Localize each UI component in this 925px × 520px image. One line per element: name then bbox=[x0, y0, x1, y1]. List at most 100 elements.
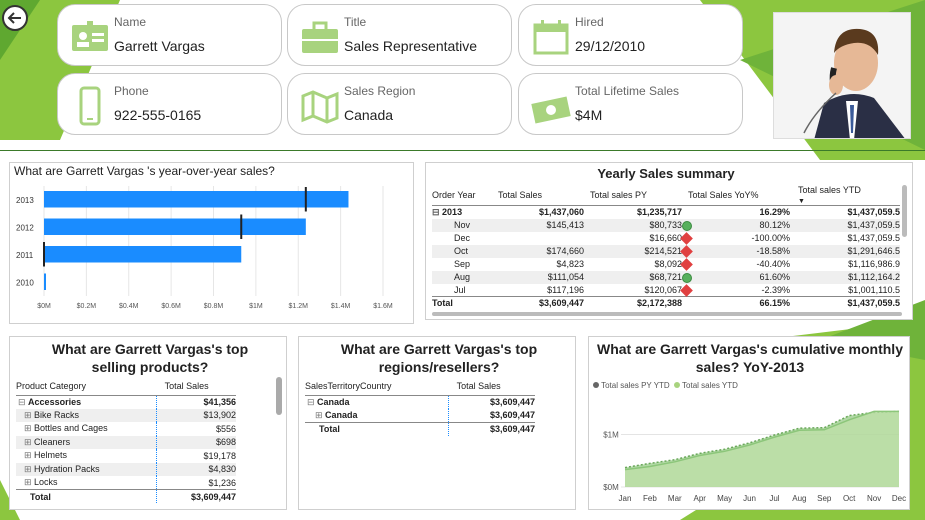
total-sales bbox=[492, 232, 584, 245]
bar[interactable] bbox=[44, 273, 46, 291]
expand-icon[interactable]: ⊞ bbox=[24, 423, 34, 433]
cell-text: $3,609,447 bbox=[489, 397, 535, 407]
sort-desc-icon: ▼ bbox=[798, 198, 805, 205]
x-tick-label: $1M bbox=[249, 303, 263, 310]
col-regions-total-sales[interactable]: Total Sales bbox=[449, 377, 535, 395]
yoy-sales-chart: $0M $0.2M $0.4M $0.6M $0.8M $1M $1.2M $1.4M $1.6… bbox=[16, 186, 393, 310]
bar[interactable] bbox=[44, 246, 242, 263]
cell-text: $19,178 bbox=[203, 450, 236, 461]
col-product-category[interactable]: Product Category bbox=[16, 377, 157, 395]
table-row[interactable]: ⊞ Cleaners $698 bbox=[16, 435, 236, 449]
expand-icon[interactable]: ⊞ bbox=[24, 464, 34, 474]
bar[interactable] bbox=[44, 191, 349, 208]
total-sales: $117,196 bbox=[492, 284, 584, 297]
cell-text: -100.00% bbox=[751, 233, 790, 243]
row-value: $3,609,447 bbox=[448, 422, 535, 436]
table-row[interactable]: ⊟ Canada $3,609,447 bbox=[305, 395, 535, 409]
x-tick-label: Nov bbox=[867, 494, 881, 503]
products-scrollbar[interactable] bbox=[276, 377, 282, 415]
yoy-cell: -18.58% bbox=[680, 245, 790, 258]
status-down-icon bbox=[680, 283, 693, 297]
summary-row[interactable]: Total $3,609,447 $2,172,388 66.15% $1,437,05… bbox=[432, 296, 900, 310]
table-row[interactable]: ⊞ Locks $1,236 bbox=[16, 476, 236, 490]
row-value: $556 bbox=[156, 422, 236, 436]
row-label: ⊟ Accessories bbox=[16, 395, 157, 409]
lifetime-label: Total Lifetime Sales bbox=[575, 84, 680, 98]
ytd-cell: $1,437,059.5 bbox=[790, 232, 900, 245]
col-products-total-sales[interactable]: Total Sales bbox=[157, 377, 236, 395]
summary-row[interactable]: Dec $16,660 -100.00% $1,437,059.5 bbox=[432, 232, 900, 245]
bar[interactable] bbox=[44, 218, 306, 236]
col-total-sales-yoy[interactable]: Total Sales YoY% bbox=[682, 185, 790, 206]
yoy-cell: 61.60% bbox=[682, 271, 790, 284]
legend-marker-py bbox=[593, 382, 599, 388]
x-tick-label: $0.6M bbox=[161, 303, 181, 310]
x-tick-label: $1.6M bbox=[373, 303, 393, 310]
expand-icon[interactable]: ⊟ bbox=[432, 207, 442, 217]
total-sales: $174,660 bbox=[492, 245, 584, 258]
table-row[interactable]: ⊞ Helmets $19,178 bbox=[16, 449, 236, 463]
summary-row[interactable]: Jul $117,196 $120,067 -2.39% $1,001,110.5 bbox=[432, 283, 900, 297]
top-regions-title: What are Garrett Vargas's top regions/re… bbox=[340, 341, 538, 375]
cell-text: Nov bbox=[454, 220, 471, 230]
expand-icon[interactable]: ⊞ bbox=[315, 410, 325, 420]
summary-row[interactable]: Nov $145,413 $80,733 80.12% $1,437,059.5 bbox=[432, 218, 900, 232]
summary-row[interactable]: ⊟ 2013 $1,437,060 $1,235,717 16.29% $1,437,0… bbox=[432, 206, 900, 219]
row-label: ⊞ Locks bbox=[16, 476, 157, 490]
x-tick-label: Sep bbox=[817, 494, 832, 503]
cell-text: 66.15% bbox=[759, 298, 790, 309]
cell-text: $16,660 bbox=[649, 233, 682, 243]
row-label: ⊟ 2013 bbox=[432, 206, 492, 219]
summary-row[interactable]: Aug $111,054 $68,721 61.60% $1,112,164.2 bbox=[432, 270, 900, 284]
expand-icon[interactable]: ⊟ bbox=[18, 397, 28, 407]
map-icon bbox=[301, 90, 339, 124]
col-total-sales[interactable]: Total Sales bbox=[492, 185, 584, 206]
row-value: $3,609,447 bbox=[156, 489, 236, 503]
cell-text: $1,437,059.5 bbox=[847, 298, 900, 309]
row-label: ⊞ Helmets bbox=[16, 449, 157, 463]
yoy-cell: -2.39% bbox=[680, 283, 790, 297]
legend-label-py: Total sales PY YTD bbox=[601, 381, 670, 390]
table-row[interactable]: ⊟ Accessories $41,356 bbox=[16, 395, 236, 409]
title-label: Title bbox=[344, 15, 367, 29]
table-row[interactable]: ⊞ Bottles and Cages $556 bbox=[16, 422, 236, 436]
table-row[interactable]: Total $3,609,447 bbox=[305, 422, 535, 436]
expand-icon[interactable]: ⊞ bbox=[24, 450, 34, 460]
title-value: Sales Representative bbox=[344, 38, 478, 54]
col-total-sales-ytd[interactable]: Total sales YTD ▼ bbox=[790, 185, 900, 206]
summary-row[interactable]: Sep $4,823 $8,092 -40.40% $1,116,986.9 bbox=[432, 258, 900, 271]
col-sales-territory-country[interactable]: SalesTerritoryCountry bbox=[305, 377, 449, 395]
row-label: Nov bbox=[432, 219, 492, 232]
y-tick-label: 2010 bbox=[16, 278, 34, 287]
yoy-cell: 80.12% bbox=[682, 219, 790, 232]
table-row[interactable]: ⊞ Canada $3,609,447 bbox=[305, 408, 535, 423]
yearly-hscrollbar[interactable] bbox=[432, 312, 902, 316]
cell-text: $3,609,447 bbox=[489, 410, 535, 420]
expand-icon[interactable]: ⊞ bbox=[24, 477, 34, 487]
cell-text: $1,116,986.9 bbox=[848, 259, 900, 269]
cell-text: $117,196 bbox=[547, 284, 584, 295]
row-label: Aug bbox=[432, 271, 492, 284]
yoy-cell: 66.15% bbox=[682, 297, 790, 310]
area-ytd[interactable] bbox=[625, 411, 899, 487]
status-down-icon bbox=[680, 258, 693, 271]
table-row[interactable]: Total $3,609,447 bbox=[16, 489, 236, 503]
row-label: ⊞ Canada bbox=[305, 409, 449, 423]
expand-icon[interactable]: ⊞ bbox=[24, 410, 34, 420]
col-order-year[interactable]: Order Year bbox=[432, 185, 492, 206]
table-row[interactable]: ⊞ Bike Racks $13,902 bbox=[16, 408, 236, 422]
expand-icon[interactable]: ⊟ bbox=[307, 397, 317, 407]
yoy-cell: -100.00% bbox=[680, 232, 790, 245]
y-tick-label: 2013 bbox=[16, 196, 34, 205]
cell-text: 61.60% bbox=[759, 271, 790, 282]
table-row[interactable]: ⊞ Hydration Packs $4,830 bbox=[16, 462, 236, 476]
x-tick-label: $0.8M bbox=[204, 303, 224, 310]
total-sales: $1,437,060 bbox=[492, 206, 584, 219]
total-sales: $3,609,447 bbox=[492, 297, 584, 310]
cell-text: $1,437,059.5 bbox=[847, 220, 900, 230]
yearly-scrollbar[interactable] bbox=[902, 185, 907, 237]
summary-row[interactable]: Oct $174,660 $214,521 -18.58% $1,291,646.5 bbox=[432, 244, 900, 258]
expand-icon[interactable]: ⊞ bbox=[24, 437, 34, 447]
col-total-sales-py[interactable]: Total sales PY bbox=[584, 185, 682, 206]
back-button[interactable] bbox=[2, 5, 28, 31]
